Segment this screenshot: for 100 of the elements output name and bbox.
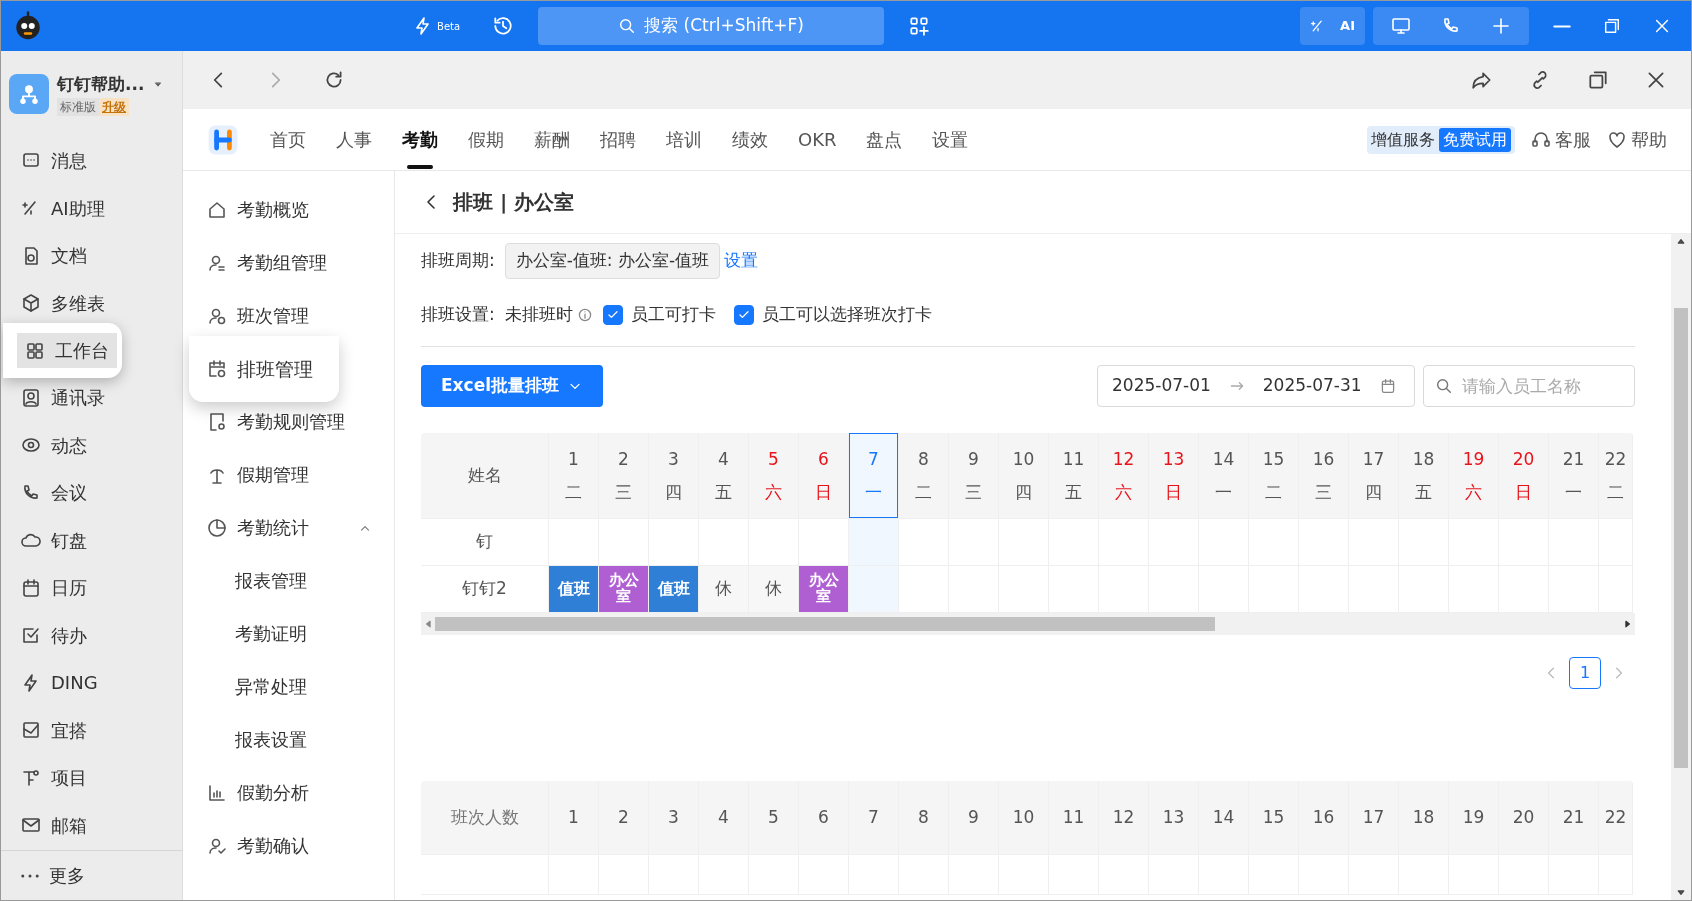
- help-link[interactable]: 帮助: [1607, 126, 1667, 153]
- sidebar-item[interactable]: 待办: [1, 611, 182, 659]
- app-tab[interactable]: 招聘: [585, 108, 651, 171]
- settings-link[interactable]: 设置: [724, 248, 759, 274]
- date-header[interactable]: 21 一: [1549, 433, 1599, 519]
- date-header[interactable]: 14 一: [1199, 433, 1249, 519]
- date-header[interactable]: 19 六: [1449, 433, 1499, 519]
- app-tab[interactable]: 首页: [255, 108, 321, 171]
- sidebar-item[interactable]: 项目: [1, 754, 182, 802]
- count-header: 16: [1299, 781, 1349, 855]
- support-link[interactable]: 客服: [1531, 126, 1591, 153]
- sidebar-item[interactable]: 邮箱: [1, 801, 182, 849]
- employee-search-field[interactable]: 请输入员工名称: [1423, 365, 1635, 407]
- batch-schedule-button[interactable]: Excel批量排班: [421, 365, 603, 407]
- value-service-button[interactable]: 增值服务 免费试用: [1367, 125, 1515, 154]
- app-tab[interactable]: 设置: [917, 108, 984, 171]
- sidebar-item[interactable]: 动态: [1, 421, 182, 469]
- org-avatar[interactable]: [9, 74, 49, 114]
- beta-button[interactable]: Beta: [405, 12, 469, 40]
- app-tab[interactable]: 盘点: [851, 108, 918, 171]
- app-tab[interactable]: 绩效: [717, 108, 783, 171]
- date-header[interactable]: 22 二: [1599, 433, 1633, 519]
- close-icon: [1653, 17, 1671, 35]
- schedule-cell[interactable]: [849, 566, 899, 613]
- sidebar-item[interactable]: 钉盘: [1, 516, 182, 564]
- date-header[interactable]: 4 五: [699, 433, 749, 519]
- rest-label[interactable]: 休: [699, 566, 749, 613]
- trial-badge: 免费试用: [1439, 127, 1511, 152]
- date-header[interactable]: 12 六: [1099, 433, 1149, 519]
- schedule-cell[interactable]: [899, 519, 949, 566]
- checkbox-option[interactable]: 员工可打卡: [602, 302, 716, 328]
- app-tab[interactable]: OKR: [783, 108, 852, 171]
- date-header[interactable]: 16 三: [1299, 433, 1349, 519]
- grid-icon: [25, 340, 45, 361]
- more-item[interactable]: 更多: [1, 850, 182, 900]
- count-header: 8: [899, 781, 949, 855]
- menu-item[interactable]: 报表管理: [183, 554, 394, 607]
- page-button[interactable]: 1: [1569, 657, 1601, 689]
- app-tab[interactable]: 考勤: [387, 108, 453, 171]
- app-tab[interactable]: 人事: [321, 108, 387, 171]
- app-logo-icon: [207, 123, 239, 156]
- menu-item[interactable]: 报表设置: [183, 713, 394, 766]
- sidebar-item[interactable]: 文档: [1, 232, 182, 280]
- date-header[interactable]: 6 日: [799, 433, 849, 519]
- date-header[interactable]: 9 三: [949, 433, 999, 519]
- headset-icon: [1531, 129, 1551, 150]
- checkbox[interactable]: [733, 305, 754, 325]
- sidebar-item[interactable]: 消息: [1, 137, 182, 185]
- menu-item[interactable]: 考勤概览: [183, 183, 394, 236]
- horizontal-scrollbar[interactable]: [421, 613, 1635, 635]
- date-header[interactable]: 3 四: [649, 433, 699, 519]
- menu-item[interactable]: 考勤统计: [183, 501, 394, 554]
- count-header: 2: [599, 781, 649, 855]
- checkbox-option[interactable]: 员工可以选择班次打卡: [733, 302, 932, 328]
- date-header[interactable]: 1 二: [549, 433, 599, 519]
- count-header: 22: [1599, 781, 1633, 855]
- date-header[interactable]: 5 六: [749, 433, 799, 519]
- menu-item[interactable]: 考勤组管理: [183, 236, 394, 289]
- sidebar-item[interactable]: DING: [1, 659, 182, 707]
- date-header[interactable]: 17 四: [1349, 433, 1399, 519]
- calendar-icon: [1379, 378, 1396, 394]
- date-header[interactable]: 18 五: [1399, 433, 1449, 519]
- count-header: 9: [949, 781, 999, 855]
- date-header[interactable]: 13 日: [1149, 433, 1199, 519]
- date-header[interactable]: 10 四: [999, 433, 1049, 519]
- monitor-icon: [1391, 16, 1411, 36]
- sidebar-item[interactable]: 日历: [1, 564, 182, 612]
- date-header[interactable]: 8 二: [899, 433, 949, 519]
- shift-label[interactable]: 办公室: [599, 566, 648, 612]
- checkbox[interactable]: [602, 305, 623, 325]
- menu-item[interactable]: 考勤证明: [183, 607, 394, 660]
- rest-label[interactable]: 休: [749, 566, 799, 613]
- shift-label[interactable]: 值班: [549, 566, 598, 612]
- app-tab[interactable]: 培训: [651, 108, 717, 171]
- table-header: 班次人数: [421, 781, 549, 855]
- shift-label[interactable]: 值班: [649, 566, 698, 612]
- sidebar-item[interactable]: 会议: [1, 469, 182, 517]
- shift-label[interactable]: 办公室: [799, 566, 848, 612]
- date-header[interactable]: 2 三: [599, 433, 649, 519]
- org-name[interactable]: 钉钉帮助...: [57, 72, 145, 98]
- contact-card-icon: [21, 387, 41, 408]
- menu-item[interactable]: 假期管理: [183, 448, 394, 501]
- app-tab[interactable]: 薪酬: [519, 108, 585, 171]
- vertical-scrollbar[interactable]: [1671, 234, 1691, 900]
- sidebar-item[interactable]: 工作台: [3, 323, 122, 378]
- date-header[interactable]: 11 五: [1049, 433, 1099, 519]
- menu-item[interactable]: 考勤确认: [183, 819, 394, 872]
- sidebar-item[interactable]: 宜搭: [1, 706, 182, 754]
- date-header[interactable]: 15 二: [1249, 433, 1299, 519]
- count-header: 10: [999, 781, 1049, 855]
- menu-item[interactable]: 排班管理: [189, 336, 339, 402]
- date-range-field[interactable]: 2025-07-01 2025-07-31: [1097, 365, 1415, 407]
- menu-item[interactable]: 异常处理: [183, 660, 394, 713]
- date-header[interactable]: 20 日: [1499, 433, 1549, 519]
- menu-item[interactable]: 假勤分析: [183, 766, 394, 819]
- restore-icon: [1603, 17, 1621, 35]
- schedule-cell[interactable]: [849, 519, 899, 566]
- date-header[interactable]: 7 一: [849, 433, 899, 519]
- app-tab[interactable]: 假期: [453, 108, 519, 171]
- sidebar-item[interactable]: AI助理: [1, 184, 182, 232]
